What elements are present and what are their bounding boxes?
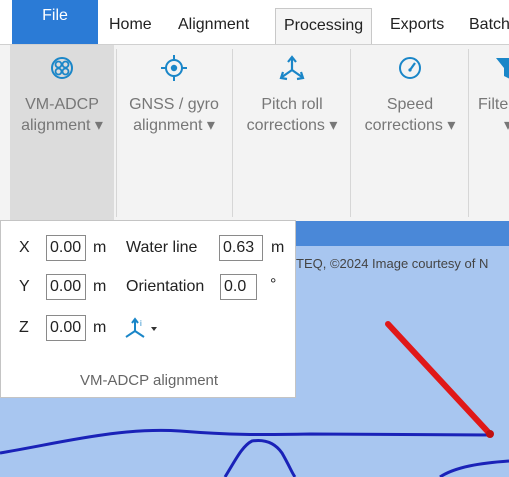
- filters-label: Filters ▾: [478, 96, 509, 134]
- gnss-gyro-alignment-label: GNSS / gyro alignment ▾: [129, 96, 219, 134]
- z-row: Z 0.00 m i: [1, 315, 297, 343]
- y-offset-input[interactable]: 0.00: [46, 274, 86, 300]
- tab-file-label: File: [42, 7, 68, 24]
- panel-footer-label: VM-ADCP alignment: [79, 372, 219, 389]
- pitch-roll-corrections-button[interactable]: Pitch roll corrections ▾: [236, 45, 348, 221]
- ribbon-panel: VM-ADCP alignment ▾ GNSS / gyro alignmen…: [0, 44, 509, 222]
- pitch-roll-corrections-group: Pitch roll corrections ▾: [236, 45, 348, 221]
- y-label: Y: [19, 278, 30, 295]
- tab-exports[interactable]: Exports: [390, 8, 444, 44]
- tab-home[interactable]: Home: [109, 8, 152, 44]
- speed-corrections-group: Speed corrections ▾: [354, 45, 466, 221]
- vm-adcp-alignment-dropdown: X 0.00 m Water line 0.63 m Y 0.00 m Orie…: [0, 220, 296, 398]
- axes-icon: [279, 55, 305, 81]
- orientation-label: Orientation: [126, 278, 205, 295]
- speed-corrections-button[interactable]: Speed corrections ▾: [354, 45, 466, 221]
- x-label: X: [19, 239, 30, 256]
- filters-group: Filters ▾: [472, 45, 509, 221]
- vm-adcp-alignment-group: VM-ADCP alignment ▾: [10, 45, 114, 221]
- gnss-gyro-alignment-group: GNSS / gyro alignment ▾: [118, 45, 230, 221]
- y-row: Y 0.00 m Orientation 0.0 °: [1, 274, 297, 302]
- speed-corrections-label: Speed corrections ▾: [364, 96, 456, 134]
- x-offset-input[interactable]: 0.00: [46, 235, 86, 261]
- svg-text:i: i: [140, 319, 142, 328]
- pitch-roll-corrections-label: Pitch roll corrections ▾: [246, 96, 338, 134]
- z-offset-input[interactable]: 0.00: [46, 315, 86, 341]
- ribbon-separator: [116, 49, 117, 217]
- ribbon-tab-bar: File Home Alignment Processing Exports B…: [0, 0, 509, 44]
- crosshair-icon: [161, 55, 187, 81]
- x-unit: m: [93, 239, 107, 256]
- waterline-input[interactable]: 0.63: [219, 235, 263, 261]
- waterline-label: Water line: [126, 239, 198, 256]
- vm-adcp-alignment-button[interactable]: VM-ADCP alignment ▾: [10, 45, 114, 221]
- filters-button[interactable]: Filters ▾: [472, 45, 509, 221]
- tab-alignment[interactable]: Alignment: [178, 8, 249, 44]
- axes-dropdown-icon: i: [125, 317, 157, 338]
- tab-file[interactable]: File: [12, 0, 98, 44]
- shoreline-path-2: [223, 439, 297, 477]
- tab-processing[interactable]: Processing: [275, 8, 373, 44]
- z-unit: m: [93, 319, 107, 336]
- shoreline-path-3: [439, 459, 509, 477]
- ribbon-separator: [468, 49, 469, 217]
- y-unit: m: [93, 278, 107, 295]
- shoreline-path: [0, 428, 491, 455]
- track-line: [385, 321, 493, 437]
- vm-adcp-icon: [51, 57, 73, 79]
- orientation-input[interactable]: 0.0: [220, 274, 257, 300]
- waterline-unit: m: [271, 239, 285, 256]
- z-label: Z: [19, 319, 29, 336]
- ribbon-separator: [350, 49, 351, 217]
- speedometer-icon: [399, 57, 421, 79]
- filter-icon: [496, 58, 509, 79]
- tab-batch[interactable]: Batch: [469, 8, 509, 44]
- axes-menu-button[interactable]: i: [121, 315, 161, 341]
- vm-adcp-alignment-label: VM-ADCP alignment ▾: [21, 96, 103, 134]
- ribbon-separator: [232, 49, 233, 217]
- gnss-gyro-alignment-button[interactable]: GNSS / gyro alignment ▾: [118, 45, 230, 221]
- x-row: X 0.00 m Water line 0.63 m: [1, 235, 297, 263]
- track-end-marker: [486, 430, 494, 438]
- orientation-unit: °: [270, 276, 277, 293]
